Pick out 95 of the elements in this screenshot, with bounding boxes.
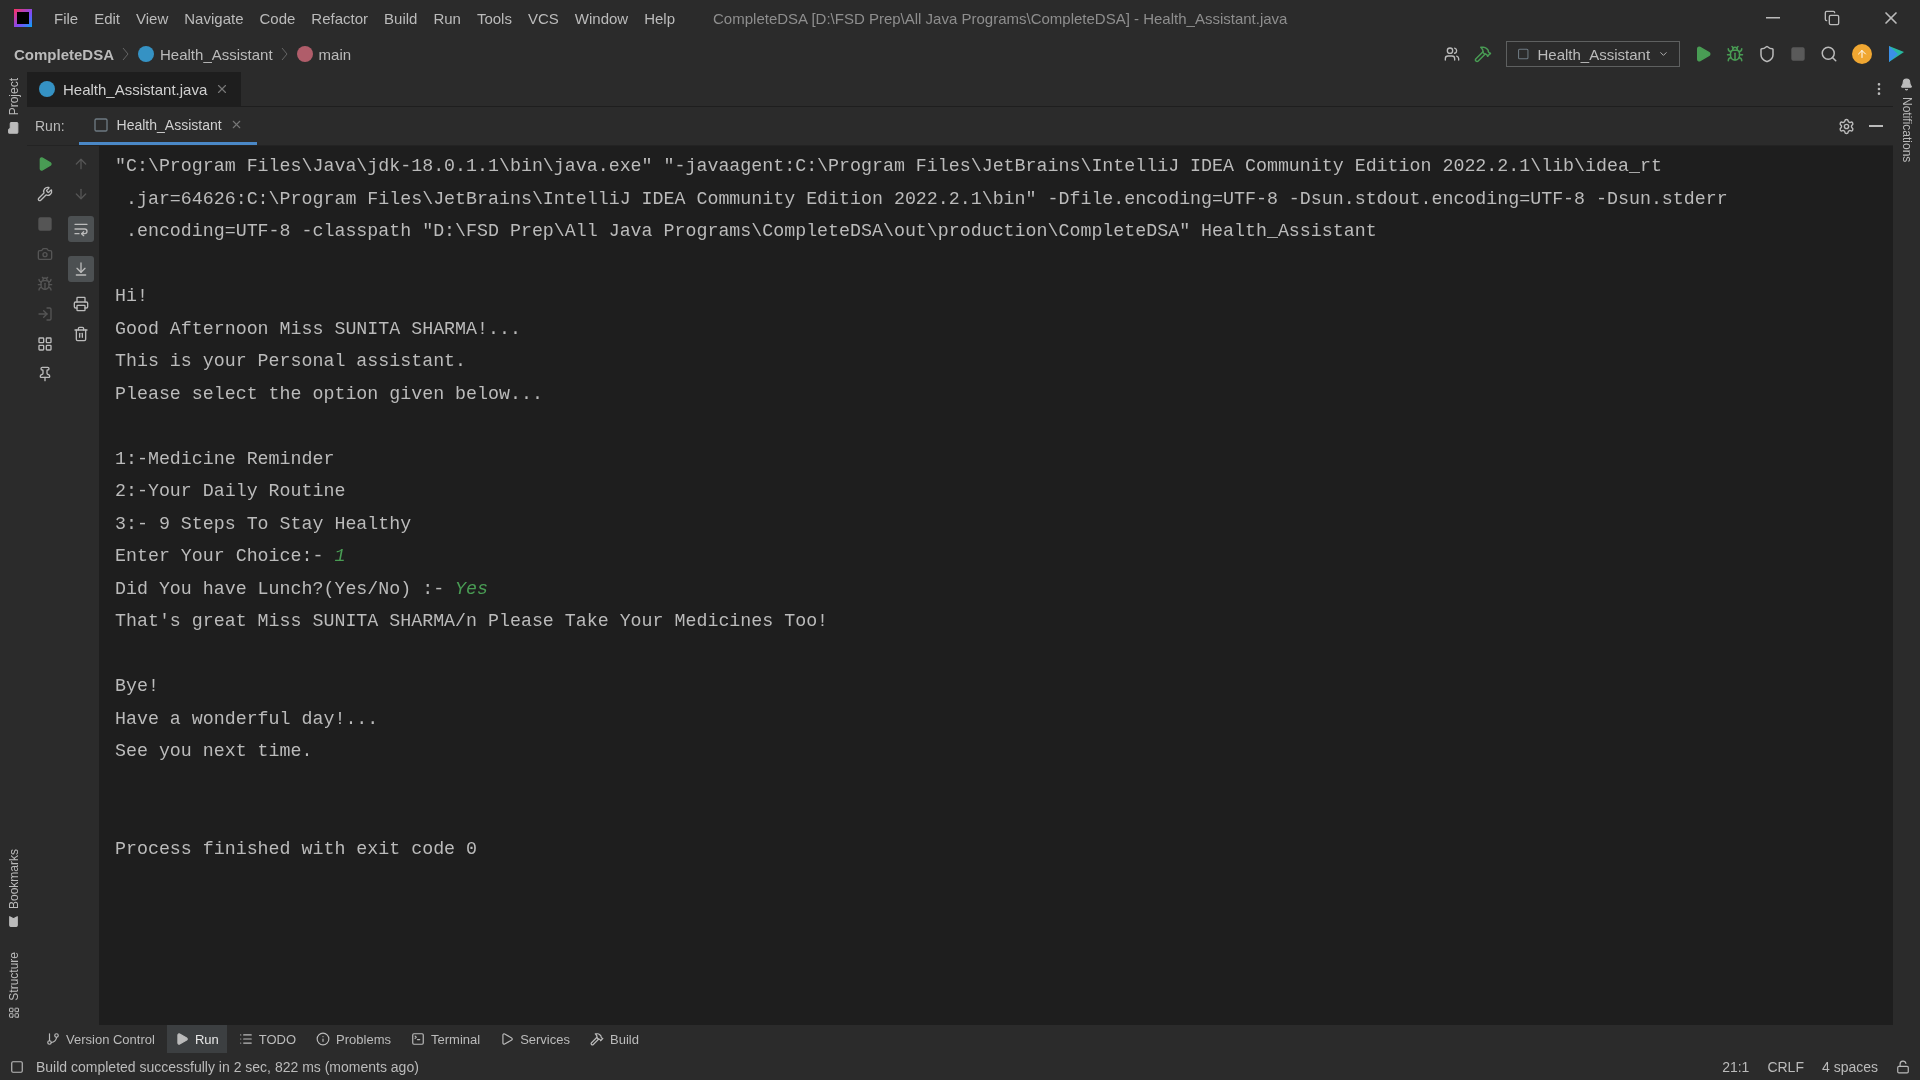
run-config-dropdown[interactable]: Health_Assistant [1506, 41, 1680, 67]
class-icon [39, 81, 55, 97]
coverage-icon[interactable] [1758, 45, 1776, 63]
window-title: CompleteDSA [D:\FSD Prep\All Java Programs\CompleteDSA] - Health_Assistant.java [713, 9, 1289, 27]
console-line: "C:\Program Files\Java\jdk-18.0.1.1\bin\java.exe" "-javaagent:C:\Program Files\JetBrains\IntelliJ IDEA Community Edition 2022.2.1\lib\idea_rt [115, 156, 1662, 176]
scroll-to-end-button[interactable] [68, 256, 94, 282]
menu-item[interactable]: Tools [476, 9, 512, 27]
menu-item[interactable]: Refactor [311, 9, 369, 27]
menu-item[interactable]: File [54, 9, 79, 27]
user-icon[interactable] [1444, 46, 1460, 62]
menu-item[interactable]: Help [644, 9, 676, 27]
info-icon [316, 1032, 331, 1046]
tool-window-tab[interactable]: Build [582, 1025, 647, 1053]
soft-wrap-button[interactable] [68, 216, 94, 242]
console-line: .encoding=UTF-8 -classpath "D:\FSD Prep\All Java Programs\CompleteDSA\out\production\CompleteDSA" Health_Assistant [124, 221, 1377, 241]
method-icon [296, 46, 313, 62]
class-icon [138, 46, 154, 62]
console-line: .jar=64626:C:\Program Files\JetBrains\IntelliJ IDEA Community Edition 2022.2.1\bin" -Dfile.encoding=UTF-8 -Dsun.stdout.encoding=UTF-8 -Dsun.stderr [124, 188, 1728, 209]
console-line: Process finished with exit code 0 [115, 838, 478, 859]
wrap-icon [73, 221, 89, 237]
hammer-icon[interactable] [1474, 45, 1492, 63]
plugin-icon[interactable] [1886, 44, 1906, 64]
menu-item[interactable]: Run [433, 9, 461, 27]
menu-item[interactable]: Build [384, 9, 418, 27]
breadcrumb-label: Health_Assistant [160, 45, 273, 63]
run-icon[interactable] [37, 156, 53, 172]
menu-item[interactable]: VCS [527, 9, 559, 27]
status-item[interactable]: 4 spaces [1821, 1058, 1878, 1075]
settings-icon[interactable] [1838, 117, 1855, 135]
status-icon [10, 1059, 24, 1074]
terminal-icon [411, 1032, 425, 1046]
trash-icon[interactable] [73, 326, 89, 342]
print-icon[interactable] [73, 296, 89, 312]
lock-icon[interactable] [1896, 1059, 1910, 1074]
console-line: Hi! [115, 286, 148, 306]
console-line: This is your Personal assistant. [115, 351, 467, 371]
project-tool-button[interactable]: Project [6, 78, 21, 135]
tool-window-tab[interactable]: Run [166, 1025, 227, 1053]
chevron-icon [280, 47, 289, 61]
console-line: See you next time. [115, 741, 313, 761]
structure-icon [7, 1007, 20, 1019]
run-label: Run: [35, 118, 65, 134]
pin-icon[interactable] [37, 366, 53, 382]
tool-window-tab[interactable]: Version Control [38, 1025, 163, 1053]
chevron-icon [122, 47, 130, 61]
editor-tab[interactable]: Health_Assistant.java [27, 72, 242, 106]
console-line: 3:- 9 Steps To Stay Healthy [115, 513, 412, 534]
console-line: Enter Your Choice:- 1 [115, 546, 346, 566]
tool-window-tab[interactable]: Terminal [403, 1025, 489, 1053]
breadcrumb-label: main [318, 45, 352, 63]
tool-window-tab[interactable]: TODO [230, 1025, 305, 1053]
update-icon[interactable] [1852, 44, 1872, 64]
search-icon[interactable] [1820, 45, 1838, 63]
folder-icon [7, 121, 20, 135]
breadcrumb[interactable]: CompleteDSA [14, 45, 114, 63]
scroll-down-icon [73, 261, 89, 277]
menu-item[interactable]: Edit [94, 9, 121, 27]
notifications-button[interactable]: Notifications [1899, 78, 1914, 163]
menu-item[interactable]: Window [574, 9, 629, 27]
debug-icon[interactable] [1726, 45, 1744, 63]
branch-icon [46, 1032, 60, 1046]
console-line: Bye! [115, 676, 159, 696]
breadcrumb[interactable]: Health_Assistant [138, 45, 273, 63]
app-logo [14, 9, 32, 27]
layout-icon[interactable] [37, 336, 53, 352]
menu-item[interactable]: Navigate [184, 9, 244, 27]
wrench-icon[interactable] [37, 186, 53, 202]
window-icon [1517, 46, 1530, 62]
breadcrumb[interactable]: main [296, 45, 352, 63]
tool-window-tab[interactable]: Services [492, 1025, 578, 1053]
bookmark-icon [7, 915, 20, 929]
console-line: Please select the option given below... [115, 383, 543, 404]
side-tool-button[interactable]: Structure [6, 952, 21, 1019]
menu-item[interactable]: Code [259, 9, 296, 27]
run-icon[interactable] [1694, 45, 1712, 63]
play-icon [174, 1032, 189, 1046]
console-line: 2:-Your Daily Routine [115, 481, 346, 501]
restore-icon [1823, 10, 1840, 26]
side-tool-button[interactable]: Bookmarks [6, 849, 21, 929]
tool-window-tab[interactable]: Problems [308, 1025, 399, 1053]
hammer-icon [590, 1032, 604, 1046]
console-line: Have a wonderful day!... [115, 708, 379, 729]
status-item[interactable]: CRLF [1767, 1058, 1804, 1075]
list-icon [238, 1032, 253, 1046]
console-line: 1:-Medicine Reminder [115, 448, 335, 469]
console-line: Good Afternoon Miss SUNITA SHARMA!... [115, 318, 521, 339]
menu-item[interactable]: View [136, 9, 169, 27]
bell-icon [1900, 78, 1913, 91]
status-item[interactable]: 21:1 [1722, 1058, 1750, 1075]
status-message: Build completed successfully in 2 sec, 822 ms (moments ago) [36, 1058, 419, 1075]
minimize-icon [1765, 17, 1780, 19]
console-line: That's great Miss SUNITA SHARMA/n Please Take Your Medicines Too! [115, 611, 829, 631]
console-line: Did You have Lunch?(Yes/No) :- Yes [115, 578, 488, 599]
window-icon [92, 116, 109, 133]
arrow-up-icon [1856, 48, 1868, 60]
